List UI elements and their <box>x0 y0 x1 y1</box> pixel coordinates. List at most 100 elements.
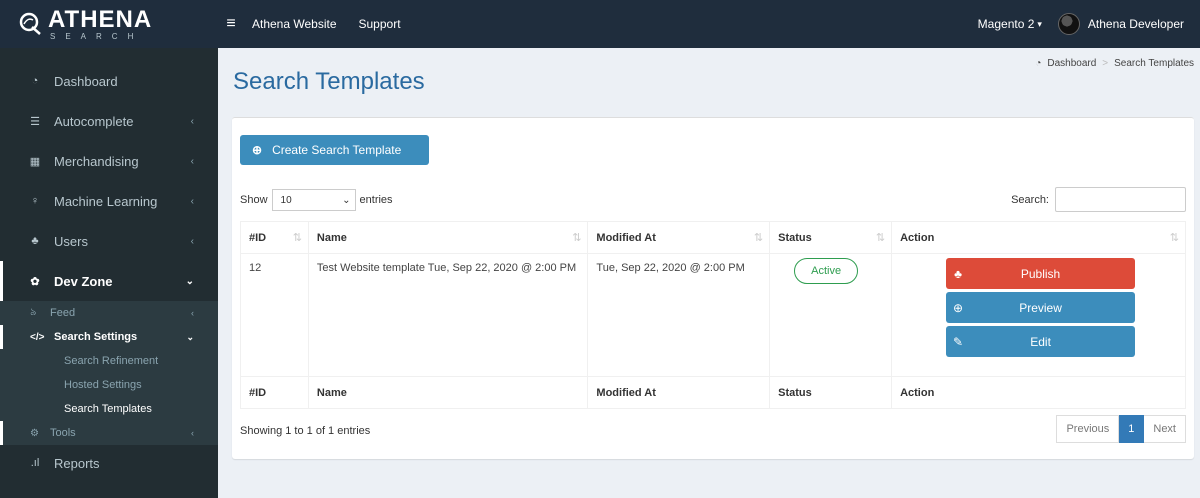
top-navbar: ATHENA SEARCH ≡ Athena Website Support M… <box>0 0 1200 48</box>
sidebar-item-machine-learning[interactable]: ♀ Machine Learning ‹ <box>0 181 218 221</box>
create-button-label: Create Search Template <box>272 143 402 157</box>
pagination-previous[interactable]: Previous <box>1056 415 1120 443</box>
chevron-left-icon: ‹ <box>190 195 194 207</box>
chevron-left-icon: ‹ <box>190 115 194 127</box>
edit-button[interactable]: ✎ Edit <box>946 326 1136 357</box>
chevron-left-icon: ‹ <box>190 155 194 167</box>
table-search: Search: <box>1011 187 1186 212</box>
sidebar-item-autocomplete[interactable]: ☰ Autocomplete ‹ <box>0 101 218 141</box>
lightbulb-icon: ♀ <box>30 195 40 207</box>
users-icon: ♣ <box>31 235 39 247</box>
cell-status: Active <box>769 253 893 377</box>
athena-logo[interactable]: ATHENA SEARCH <box>0 0 218 48</box>
status-badge: Active <box>794 258 859 284</box>
sort-asc-icon: ⇅ <box>292 232 302 244</box>
sort-icon: ⇅ <box>753 232 764 244</box>
sidebar-item-label: Machine Learning <box>54 193 158 209</box>
templates-panel: ⊕ Create Search Template Show 10 ⌄ entri… <box>232 117 1194 459</box>
header-label: Status <box>778 231 812 244</box>
search-logo-icon <box>18 11 44 37</box>
column-header-name[interactable]: Name ⇅ <box>307 221 589 254</box>
breadcrumb-dashboard[interactable]: Dashboard <box>1047 58 1096 69</box>
breadcrumb-separator: > <box>1102 58 1109 69</box>
column-header-id[interactable]: #ID ⇅ <box>240 221 309 254</box>
sidebar-item-search-settings[interactable]: </> Search Settings ⌄ <box>0 325 218 349</box>
sidebar-item-label: Feed <box>50 307 76 319</box>
entries-select[interactable]: 10 ⌄ <box>271 189 356 211</box>
search-label: Search: <box>1011 193 1049 206</box>
sidebar-item-feed[interactable]: ৯ Feed ‹ <box>0 301 218 325</box>
sidebar-item-label: Autocomplete <box>54 113 134 129</box>
sort-icon: ⇅ <box>572 232 582 244</box>
publish-button[interactable]: ♣ Publish <box>946 258 1136 289</box>
sidebar-item-users[interactable]: ♣ Users ‹ <box>0 221 218 261</box>
edit-label: Edit <box>1030 334 1051 349</box>
brand-subtitle: SEARCH <box>50 31 144 41</box>
chevron-down-icon: ⌄ <box>185 275 194 287</box>
dev-zone-submenu: ৯ Feed ‹ </> Search Settings ⌄ Search Re… <box>0 301 218 445</box>
chevron-down-icon: ⌄ <box>186 331 194 342</box>
sidebar-item-label: Dev Zone <box>54 273 113 289</box>
sidebar-item-search-templates[interactable]: Search Templates <box>0 397 218 421</box>
sidebar-item-label: Search Settings <box>54 331 138 343</box>
sidebar-item-label: Users <box>54 233 88 249</box>
sidebar-item-tools[interactable]: ⚙ Tools ‹ <box>0 421 218 445</box>
edit-icon: ✎ <box>953 334 964 349</box>
avatar <box>1057 13 1080 35</box>
table-row: 12 Test Website template Tue, Sep 22, 20… <box>240 253 1186 377</box>
pagination-next[interactable]: Next <box>1144 415 1186 443</box>
breadcrumb-current: Search Templates <box>1114 58 1194 69</box>
entries-label: entries <box>359 194 393 206</box>
cell-name: Test Website template Tue, Sep 22, 2020 … <box>307 253 589 377</box>
cell-id: 12 <box>240 253 309 377</box>
sort-icon: ⇅ <box>875 232 886 244</box>
header-label: Modified At <box>596 231 656 244</box>
grid-icon: ▦ <box>29 155 41 168</box>
sidebar-item-merchandising[interactable]: ▦ Merchandising ‹ <box>0 141 218 181</box>
sort-icon: ⇅ <box>1169 232 1179 244</box>
show-label: Show <box>240 194 268 206</box>
user-menu[interactable]: Athena Developer <box>1057 13 1184 35</box>
store-dropdown[interactable]: Magento 2 ▾ <box>978 17 1042 31</box>
sidebar-item-hosted-settings[interactable]: Hosted Settings <box>0 373 218 397</box>
nav-support[interactable]: Support <box>359 17 401 31</box>
chevron-left-icon: ‹ <box>191 308 194 318</box>
footer-name: Name <box>307 376 589 409</box>
rss-icon: ৯ <box>30 306 37 318</box>
table-footer-row: #ID Name Modified At Status Action <box>240 376 1186 409</box>
preview-label: Preview <box>1019 300 1062 315</box>
footer-id: #ID <box>240 376 309 409</box>
menu-toggle-icon[interactable]: ≡ <box>220 15 242 33</box>
footer-status: Status <box>769 376 893 409</box>
nav-athena-website[interactable]: Athena Website <box>252 17 337 31</box>
column-header-action[interactable]: Action ⇅ <box>891 221 1186 254</box>
bar-chart-icon: .ıl <box>30 457 40 469</box>
gear-icon: ✿ <box>30 275 40 288</box>
code-icon: </> <box>30 331 45 343</box>
preview-button[interactable]: ⊕ Preview <box>946 292 1136 323</box>
table-header-row: #ID ⇅ Name ⇅ Modified At ⇅ Status ⇅ Action ⇅ <box>240 221 1186 254</box>
entries-length-control: Show 10 ⌄ entries <box>240 189 393 211</box>
column-header-modified[interactable]: Modified At ⇅ <box>587 221 771 254</box>
pagination: Previous 1 Next <box>1056 415 1186 443</box>
search-plus-icon: ⊕ <box>252 143 263 157</box>
publish-label: Publish <box>1020 266 1061 281</box>
chevron-left-icon: ‹ <box>191 428 194 438</box>
sidebar-item-dev-zone[interactable]: ✿ Dev Zone ⌄ <box>0 261 218 301</box>
sidebar-item-reports[interactable]: .ıl Reports <box>0 445 218 481</box>
chevron-left-icon: ‹ <box>190 235 194 247</box>
pagination-page-1[interactable]: 1 <box>1119 415 1145 443</box>
dashboard-icon: ◔ <box>1035 58 1042 69</box>
column-header-status[interactable]: Status ⇅ <box>769 221 893 254</box>
search-plus-icon: ⊕ <box>953 300 964 315</box>
cogs-icon: ⚙ <box>30 427 39 439</box>
page-title: Search Templates <box>233 68 425 95</box>
sidebar-item-dashboard[interactable]: ◔ Dashboard <box>0 61 218 101</box>
create-search-template-button[interactable]: ⊕ Create Search Template <box>240 135 429 165</box>
sidebar-item-search-refinement[interactable]: Search Refinement <box>0 349 218 373</box>
search-input[interactable] <box>1055 187 1186 212</box>
store-label: Magento 2 <box>977 17 1035 31</box>
users-icon: ♣ <box>954 266 962 281</box>
brand-name: ATHENA <box>48 5 153 33</box>
header-label: Name <box>316 231 347 244</box>
